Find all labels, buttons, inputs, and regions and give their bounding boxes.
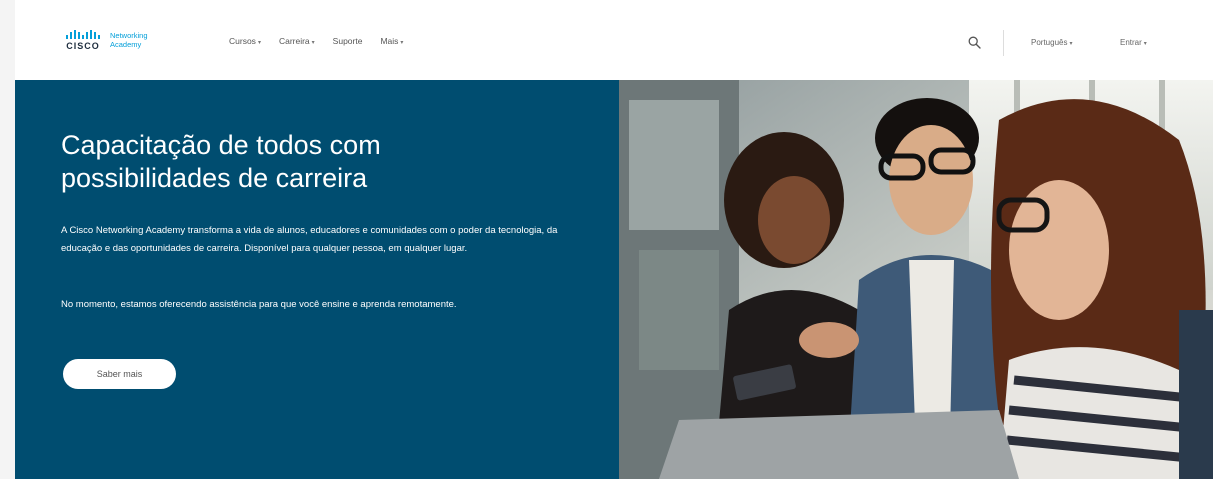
chevron-down-icon: ▾ [1143, 41, 1147, 47]
chevron-down-icon: ▾ [1069, 41, 1073, 47]
logo-line-1: Networking [110, 31, 148, 40]
nav-item-label: Suporte [332, 36, 363, 46]
students-photo-illustration [619, 80, 1213, 479]
header-divider [1003, 30, 1004, 56]
hero-remote-notice: No momento, estamos oferecendo assistênc… [61, 299, 457, 310]
login-label: Entrar [1120, 38, 1142, 47]
nav-item-label: Cursos [229, 36, 256, 46]
main-nav: Cursos ▾ Carreira ▾ Suporte Mais ▾ [229, 36, 403, 46]
hero-description: A Cisco Networking Academy transforma a … [61, 225, 558, 254]
nav-item-cursos[interactable]: Cursos ▾ [229, 36, 261, 46]
login-menu[interactable]: Entrar ▾ [1120, 38, 1147, 47]
chevron-down-icon: ▾ [400, 40, 404, 46]
academy-logo-text: Networking Academy [110, 31, 148, 49]
search-icon[interactable] [968, 36, 981, 49]
cisco-bars-icon [66, 29, 100, 39]
page-gutter [0, 0, 15, 479]
hero-title: Capacitação de todos com possibilidades … [61, 130, 381, 193]
language-selector[interactable]: Português ▾ [1031, 38, 1072, 47]
cisco-wordmark: CISCO [66, 40, 100, 51]
cisco-networking-academy-logo[interactable]: CISCO Networking Academy [62, 28, 172, 52]
learn-more-button[interactable]: Saber mais [63, 359, 176, 389]
nav-item-mais[interactable]: Mais ▾ [380, 36, 403, 46]
chevron-down-icon: ▾ [257, 40, 261, 46]
site-header: CISCO Networking Academy Cursos ▾ Carreir… [15, 0, 1213, 80]
hero-photo [619, 80, 1213, 479]
language-label: Português [1031, 38, 1068, 47]
cisco-logo-mark: CISCO [62, 29, 104, 51]
nav-item-label: Carreira [278, 36, 310, 46]
chevron-down-icon: ▾ [311, 40, 315, 46]
nav-item-carreira[interactable]: Carreira ▾ [279, 36, 315, 46]
logo-line-2: Academy [110, 40, 142, 49]
hero-panel: Capacitação de todos com possibilidades … [15, 80, 619, 479]
page: CISCO Networking Academy Cursos ▾ Carreir… [15, 0, 1213, 479]
nav-item-label: Mais [380, 36, 399, 46]
nav-item-suporte[interactable]: Suporte [333, 36, 363, 46]
